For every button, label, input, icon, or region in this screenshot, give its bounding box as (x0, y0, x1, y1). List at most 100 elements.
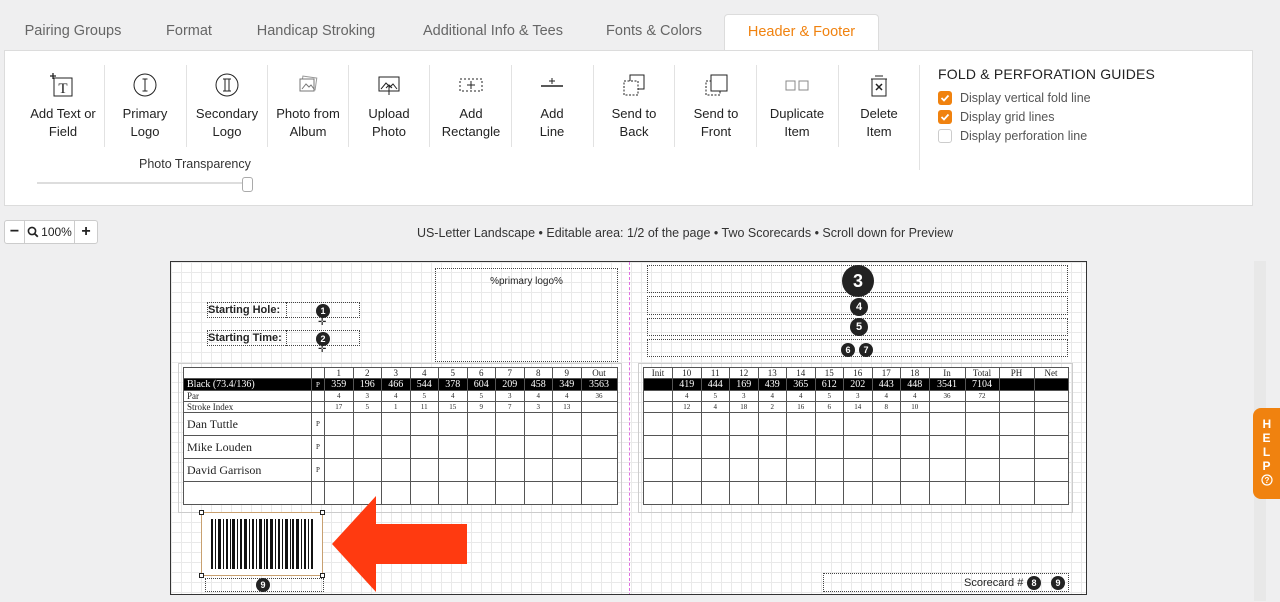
marker-4[interactable]: 4 (850, 298, 868, 316)
par-cell: 5 (814, 390, 844, 402)
barcode-element[interactable] (199, 510, 325, 578)
par-cell (643, 390, 673, 402)
par-cell: 5 (700, 390, 730, 402)
tee-cell: 7104 (964, 378, 1000, 391)
si-cell (964, 401, 1000, 413)
tab-pairing-groups[interactable]: Pairing Groups (12, 14, 134, 51)
add-text-button[interactable]: T Add Text or Field (23, 69, 103, 141)
par-cell: 3 (495, 390, 525, 402)
tee-cell: 466 (381, 378, 411, 391)
perforation-line-option[interactable]: Display perforation line (938, 126, 1155, 145)
tab-handicap-stroking[interactable]: Handicap Stroking (245, 14, 387, 51)
header-cell: 9 (552, 367, 582, 379)
tool-label: Photo (372, 124, 406, 139)
si-cell (580, 401, 618, 413)
tool-label: Logo (212, 124, 242, 139)
transparency-slider-track[interactable] (37, 182, 248, 184)
marker-1[interactable]: 1 (316, 304, 330, 318)
marker-7[interactable]: 7 (859, 343, 873, 357)
primary-logo-button[interactable]: Primary Logo (105, 69, 185, 141)
header-cell: 10 (672, 367, 702, 379)
upload-photo-button[interactable]: Upload Photo (349, 69, 429, 141)
add-line-button[interactable]: Add Line (512, 69, 592, 141)
si-cell: 2 (757, 401, 787, 413)
tool-label: Upload (368, 106, 410, 121)
send-to-front-button[interactable]: Send to Front (676, 69, 756, 141)
tab-header-footer[interactable]: Header & Footer (724, 14, 879, 51)
tool-label: Front (700, 124, 732, 139)
primary-logo-placeholder[interactable]: %primary logo% (435, 268, 618, 362)
tab-additional-info-tees[interactable]: Additional Info & Tees (408, 14, 578, 51)
front-nine-table: 12 34 56 78 9 Out Black (73.4/136) P 359 19… (183, 367, 618, 505)
duplicate-item-button[interactable]: Duplicate Item (757, 69, 837, 141)
header-cell: 6 (466, 367, 496, 379)
tee-cell: 544 (409, 378, 439, 391)
resize-handle[interactable] (199, 573, 204, 578)
checkbox-unchecked-icon[interactable] (938, 128, 952, 143)
header-cell: 15 (814, 367, 844, 379)
par-cell: 4 (672, 390, 702, 402)
move-handle-icon[interactable]: ✛ (318, 317, 326, 328)
player-name: Mike Louden (183, 435, 312, 459)
delete-item-button[interactable]: Delete Item (839, 69, 919, 141)
transparency-slider-handle[interactable] (242, 177, 253, 192)
header-cell (311, 367, 325, 379)
divider (674, 65, 675, 147)
fold-perforation-guides: FOLD & PERFORATION GUIDES Display vertic… (938, 66, 1155, 145)
checkbox-checked-icon[interactable] (938, 90, 952, 105)
tee-cell: 365 (786, 378, 816, 391)
si-cell (998, 401, 1035, 413)
header-cell: 16 (843, 367, 873, 379)
table-header-row: 12 34 56 78 9 Out (183, 367, 618, 379)
secondary-logo-button[interactable]: Secondary Logo (187, 69, 267, 141)
marker-6[interactable]: 6 (841, 343, 855, 357)
resize-handle[interactable] (199, 510, 204, 515)
divider (429, 65, 430, 147)
tab-fonts-colors[interactable]: Fonts & Colors (595, 14, 713, 51)
move-handle-icon[interactable]: ✛ (318, 344, 326, 355)
player-flag: P (311, 412, 325, 436)
tee-cell: 439 (757, 378, 787, 391)
grid-lines-option[interactable]: Display grid lines (938, 107, 1155, 126)
tool-label: Secondary (195, 106, 259, 121)
tee-cell: 202 (843, 378, 873, 391)
tool-label: Field (48, 124, 78, 139)
par-cell: 36 (580, 390, 618, 402)
player-name: David Garrison (183, 458, 312, 482)
add-rectangle-button[interactable]: Add Rectangle (431, 69, 511, 141)
page-info: US-Letter Landscape • Editable area: 1/2… (416, 226, 954, 240)
par-cell (311, 390, 325, 402)
resize-handle[interactable] (320, 510, 325, 515)
photo-from-album-button[interactable]: Photo from Album (268, 69, 348, 141)
send-to-back-button[interactable]: Send to Back (594, 69, 674, 141)
option-label: Display perforation line (960, 128, 1088, 143)
tool-label: Photo from (276, 106, 340, 121)
scorecard-canvas[interactable]: %primary logo% Starting Hole: 1 ✛ Starti… (170, 261, 1087, 595)
header-line-6-7[interactable] (647, 339, 1068, 357)
par-cell: 3 (352, 390, 382, 402)
header-cell: 12 (729, 367, 759, 379)
vertical-fold-line-option[interactable]: Display vertical fold line (938, 88, 1155, 107)
player-row: Mike Louden P (183, 435, 618, 459)
tab-format[interactable]: Format (150, 14, 228, 51)
player-flag: P (311, 458, 325, 482)
par-cell: 72 (964, 390, 1000, 402)
si-cell: 5 (352, 401, 382, 413)
player-row (643, 412, 1069, 436)
tee-cell (1033, 378, 1069, 391)
tee-cell: 612 (814, 378, 844, 391)
marker-9[interactable]: 9 (256, 578, 270, 592)
help-button[interactable]: HELP ? (1253, 408, 1280, 499)
marker-5[interactable]: 5 (850, 318, 868, 336)
par-cell: 3 (729, 390, 759, 402)
checkbox-checked-icon[interactable] (938, 109, 952, 124)
par-cell: 4 (757, 390, 787, 402)
si-cell: 11 (409, 401, 439, 413)
upload-photo-icon (349, 69, 429, 101)
marker-3[interactable]: 3 (842, 265, 874, 297)
marker-9b[interactable]: 9 (1051, 576, 1065, 590)
photo-album-icon (268, 69, 348, 101)
par-cell: 4 (523, 390, 553, 402)
header-cell: Net (1033, 367, 1069, 379)
marker-8[interactable]: 8 (1027, 576, 1041, 590)
